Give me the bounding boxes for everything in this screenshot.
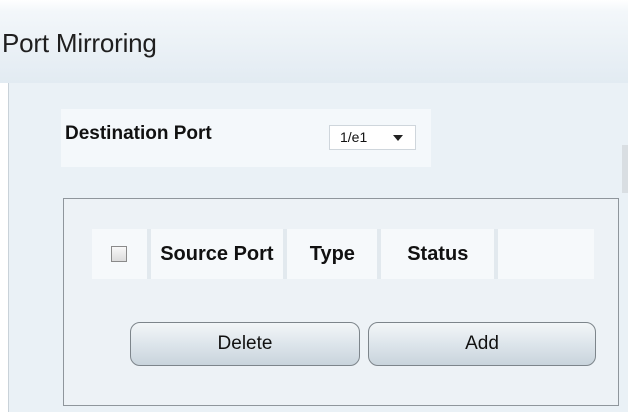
- column-header-source-port: Source Port: [148, 229, 288, 279]
- select-all-checkbox[interactable]: [111, 246, 128, 263]
- select-all-header: [92, 229, 151, 279]
- destination-port-value: 1/e1: [340, 129, 368, 145]
- source-port-table: Source Port Type Status: [92, 229, 594, 279]
- page-title: Port Mirroring: [2, 28, 157, 58]
- page-header: Port Mirroring: [0, 0, 628, 83]
- add-button[interactable]: Add: [368, 322, 596, 366]
- destination-port-row: Destination Port 1/e1: [61, 109, 431, 167]
- table-header-row: Source Port Type Status: [92, 229, 594, 279]
- column-header-status: Status: [379, 229, 499, 279]
- content-area: Destination Port 1/e1 Source Port Type S…: [8, 83, 628, 412]
- chevron-down-icon: [393, 135, 403, 141]
- column-header-type: Type: [285, 229, 382, 279]
- destination-port-label: Destination Port: [65, 123, 212, 144]
- destination-port-select[interactable]: 1/e1: [329, 125, 416, 150]
- scroll-edge: [622, 145, 628, 193]
- column-header-empty: [496, 229, 594, 279]
- source-port-panel: Source Port Type Status Delete Add: [63, 198, 619, 406]
- delete-button[interactable]: Delete: [130, 322, 360, 366]
